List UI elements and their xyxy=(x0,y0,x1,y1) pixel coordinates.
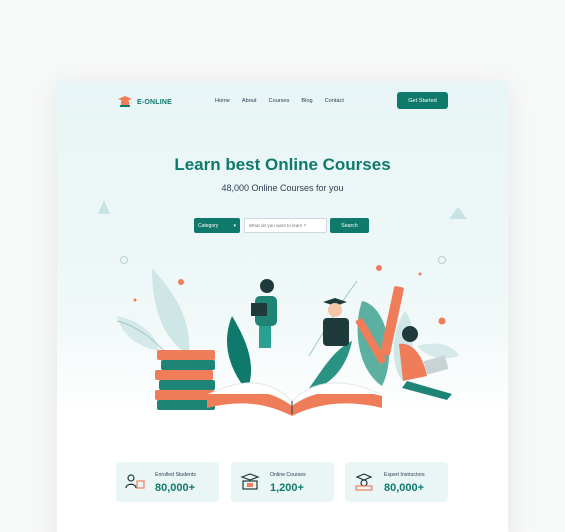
stat-label: Enrolled Students xyxy=(155,472,196,478)
stat-label: Online Courses xyxy=(270,472,306,478)
triangle-decoration xyxy=(449,207,467,219)
graduation-cap-icon xyxy=(118,96,132,107)
get-started-button[interactable]: Get Started xyxy=(397,92,448,109)
stat-value: 1,200+ xyxy=(270,482,304,494)
stat-value: 80,000+ xyxy=(155,482,196,494)
chevron-down-icon: ▾ xyxy=(233,222,236,229)
nav-item-courses[interactable]: Courses xyxy=(269,98,290,104)
search-input[interactable] xyxy=(244,218,327,233)
stat-value: 80,000+ xyxy=(384,482,425,494)
instructors-icon xyxy=(355,473,373,491)
courses-icon xyxy=(240,473,260,490)
category-select[interactable]: Category ▾ xyxy=(194,218,240,233)
search-button[interactable]: Search xyxy=(330,218,369,233)
brand-name: E-ONLINE xyxy=(137,98,173,106)
stat-enrolled-students: Enrolled Students 80,000+ xyxy=(116,462,219,502)
students-icon xyxy=(125,474,145,489)
stat-online-courses: Online Courses 1,200+ xyxy=(231,462,334,502)
brand-logo[interactable]: E-ONLINE xyxy=(117,95,172,109)
nav-item-blog[interactable]: Blog xyxy=(301,98,312,104)
landing-page: E-ONLINE Home About Courses Blog Contact… xyxy=(57,81,508,532)
stat-expert-instructors: Expert Instructors 80,000+ xyxy=(345,462,448,502)
hero-subtitle: 48,000 Online Courses for you xyxy=(221,183,344,193)
nav-item-home[interactable]: Home xyxy=(215,98,230,104)
nav-item-about[interactable]: About xyxy=(242,98,257,104)
category-label: Category xyxy=(198,222,219,229)
triangle-decoration xyxy=(98,200,110,214)
nav-item-contact[interactable]: Contact xyxy=(325,98,344,104)
main-nav: Home About Courses Blog Contact xyxy=(215,98,356,104)
hero-illustration xyxy=(116,256,459,416)
stat-label: Expert Instructors xyxy=(384,472,425,478)
hero-title: Learn best Online Courses xyxy=(174,155,391,174)
